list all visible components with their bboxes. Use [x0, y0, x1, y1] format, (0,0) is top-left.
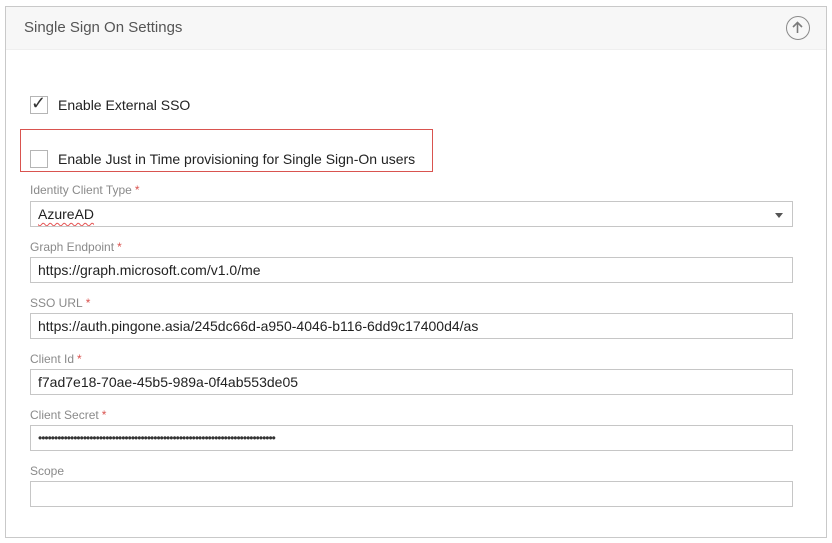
graph-endpoint-label: Graph Endpoint *	[30, 240, 122, 254]
sso-url-label-text: SSO URL	[30, 296, 83, 310]
scope-label-text: Scope	[30, 464, 65, 478]
enable-external-sso-checkbox[interactable]: ✓	[30, 93, 48, 114]
required-marker: *	[117, 240, 122, 254]
identity-client-type-select[interactable]: AzureAD	[30, 201, 793, 227]
enable-external-sso-label: Enable External SSO	[58, 97, 191, 113]
sso-url-input[interactable]: https://auth.pingone.asia/245dc66d-a950-…	[30, 313, 793, 339]
collapse-button[interactable]	[786, 16, 810, 40]
client-secret-label: Client Secret *	[30, 408, 106, 422]
dropdown-arrow-icon[interactable]	[775, 213, 783, 218]
scope-label: Scope	[30, 464, 64, 478]
client-secret-input[interactable]: ••••••••••••••••••••••••••••••••••••••••…	[30, 425, 793, 451]
identity-client-type-label-text: Identity Client Type	[30, 183, 132, 197]
client-id-label-text: Client Id	[30, 352, 75, 366]
scope-input[interactable]	[30, 481, 793, 507]
identity-client-type-label: Identity Client Type *	[30, 183, 140, 197]
arrow-up-circle-icon	[792, 21, 803, 33]
required-marker: *	[85, 296, 91, 310]
enable-jit-checkbox[interactable]	[30, 150, 48, 168]
client-secret-label-text: Client Secret	[30, 408, 99, 422]
panel-header: Single Sign On Settings	[6, 7, 826, 50]
enable-jit-label: Enable Just in Time provisioning for Sin…	[58, 151, 416, 167]
required-marker: *	[101, 408, 107, 422]
enable-jit-row: Enable Just in Time provisioning for Sin…	[30, 148, 415, 170]
required-marker: *	[134, 183, 140, 197]
panel-title: Single Sign On Settings	[24, 19, 183, 36]
identity-client-type-value: AzureAD	[38, 206, 95, 222]
client-id-label: Client Id *	[30, 352, 82, 366]
checkmark-icon: ✓	[31, 93, 47, 113]
enable-external-sso-row: ✓ Enable External SSO	[30, 93, 191, 116]
client-id-input[interactable]: f7ad7e18-70ae-45b5-989a-0f4ab553de05	[30, 369, 793, 395]
graph-endpoint-label-text: Graph Endpoint	[30, 240, 115, 254]
sso-url-label: SSO URL *	[30, 296, 90, 310]
required-marker: *	[77, 352, 82, 366]
graph-endpoint-input[interactable]: https://graph.microsoft.com/v1.0/me	[30, 257, 793, 283]
